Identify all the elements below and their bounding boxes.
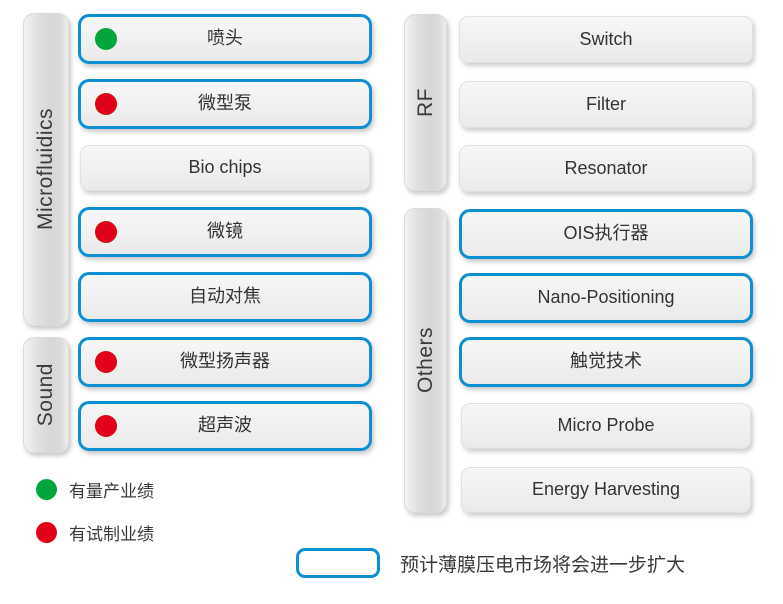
item-label: Nano-Positioning (537, 287, 675, 308)
item-pill[interactable]: Filter (459, 81, 753, 128)
item-label: 喷头 (207, 28, 243, 49)
note-label: 预计薄膜压电市场将会进一步扩大 (400, 554, 686, 576)
item-label: Energy Harvesting (531, 479, 681, 500)
category-strip-microfluidics: Microfluidics (23, 13, 69, 326)
item-pill[interactable]: Resonator (459, 145, 753, 192)
diagram-canvas: Microfluidics 喷头 微型泵 Bio chips 微镜 自动对焦 S… (0, 0, 783, 604)
status-dot-red (95, 221, 117, 243)
item-label: 微型泵 (198, 93, 252, 114)
item-label: Switch (579, 28, 633, 49)
item-label: OIS执行器 (563, 223, 649, 244)
item-pill[interactable]: 触觉技术 (459, 337, 753, 387)
item-pill[interactable]: Bio chips (80, 145, 370, 191)
item-label: 超声波 (198, 415, 252, 436)
category-label-sound: Sound (34, 363, 57, 427)
category-strip-others: Others (404, 208, 447, 513)
legend-dot-green (36, 479, 57, 500)
legend-label: 有试制业绩 (69, 525, 154, 544)
item-label: 自动对焦 (189, 286, 261, 307)
category-label-rf: RF (413, 88, 437, 117)
status-dot-red (95, 415, 117, 437)
item-pill[interactable]: Energy Harvesting (461, 467, 751, 513)
category-label-microfluidics: Microfluidics (34, 108, 57, 231)
item-label: Bio chips (188, 157, 262, 178)
status-dot-red (95, 93, 117, 115)
item-pill[interactable]: Micro Probe (461, 403, 751, 449)
status-dot-green (95, 28, 117, 50)
item-pill[interactable]: OIS执行器 (459, 209, 753, 259)
item-pill[interactable]: Nano-Positioning (459, 273, 753, 323)
category-strip-sound: Sound (23, 337, 69, 453)
status-dot-red (95, 351, 117, 373)
legend-dot-red (36, 522, 57, 543)
item-pill[interactable]: Switch (459, 16, 753, 63)
item-pill[interactable]: 微型泵 (78, 79, 372, 129)
legend-item-green: 有量产业绩 (36, 477, 154, 502)
item-label: 触觉技术 (570, 351, 642, 372)
note-row: 预计薄膜压电市场将会进一步扩大 (296, 548, 685, 578)
item-pill[interactable]: 微型扬声器 (78, 337, 372, 387)
highlight-swatch-icon (296, 548, 380, 578)
item-label: 微镜 (207, 221, 243, 242)
legend-item-red: 有试制业绩 (36, 520, 154, 545)
legend-label: 有量产业绩 (69, 482, 154, 501)
item-label: Micro Probe (557, 415, 655, 436)
item-pill[interactable]: 喷头 (78, 14, 372, 64)
category-strip-rf: RF (404, 14, 447, 191)
item-label: Filter (586, 93, 626, 114)
item-pill[interactable]: 微镜 (78, 207, 372, 257)
item-label: Resonator (564, 157, 648, 178)
item-pill[interactable]: 自动对焦 (78, 272, 372, 322)
item-pill[interactable]: 超声波 (78, 401, 372, 451)
item-label: 微型扬声器 (180, 351, 270, 372)
category-label-others: Others (413, 327, 437, 394)
